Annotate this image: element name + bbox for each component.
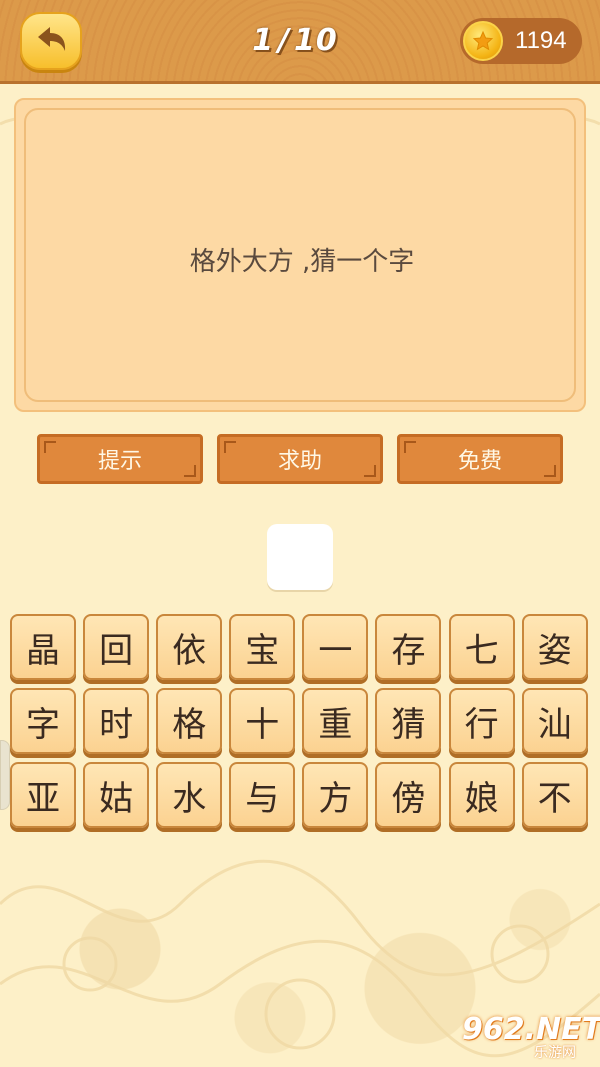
free-button-label: 免费 xyxy=(457,449,502,474)
char-tile[interactable]: 娘 xyxy=(448,762,515,828)
back-arrow-icon xyxy=(34,25,68,57)
level-indicator: 1 / 10 xyxy=(230,18,360,62)
question-card: 格外大方 ,猜一个字 xyxy=(14,98,586,412)
help-button-label: 求助 xyxy=(277,449,322,474)
hint-button-label: 提示 xyxy=(97,449,142,474)
char-tile[interactable]: 时 xyxy=(83,688,150,754)
char-tile[interactable]: 水 xyxy=(156,762,223,828)
char-tile[interactable]: 汕 xyxy=(521,688,588,754)
char-tile[interactable]: 十 xyxy=(229,688,296,754)
back-button[interactable] xyxy=(20,12,82,70)
level-total: 10 xyxy=(294,22,338,58)
char-tile[interactable]: 重 xyxy=(302,688,369,754)
level-separator: / xyxy=(278,22,291,58)
char-tile[interactable]: 猜 xyxy=(375,688,442,754)
char-tile[interactable]: 一 xyxy=(302,614,369,680)
char-tile[interactable]: 字 xyxy=(10,688,76,754)
riddle-text: 格外大方 ,猜一个字 xyxy=(189,247,415,277)
char-tile[interactable]: 傍 xyxy=(375,762,442,828)
coin-count: 1194 xyxy=(515,27,567,54)
char-tile[interactable]: 与 xyxy=(229,762,296,828)
site-watermark: 962.NET 乐游网 xyxy=(462,1012,600,1061)
level-current: 1 xyxy=(252,22,275,58)
gold-coin-icon xyxy=(463,21,503,61)
watermark-main: 962.NET xyxy=(462,1012,600,1047)
char-tile[interactable]: 格 xyxy=(156,688,223,754)
watermark-sub: 乐游网 xyxy=(534,1045,576,1061)
char-tile[interactable]: 姑 xyxy=(83,762,150,828)
char-tile[interactable]: 回 xyxy=(83,614,150,680)
side-drawer-handle[interactable] xyxy=(0,740,10,810)
character-grid: 晶 回 依 宝 一 存 七 姿 字 时 格 十 重 猜 行 汕 亚 姑 水 与 … xyxy=(10,614,590,830)
top-bar: 1 / 10 1194 xyxy=(0,0,600,84)
char-tile[interactable]: 姿 xyxy=(521,614,588,680)
char-tile[interactable]: 行 xyxy=(448,688,515,754)
hint-button[interactable]: 提示 xyxy=(37,434,203,484)
free-button[interactable]: 免费 xyxy=(397,434,563,484)
char-tile[interactable]: 方 xyxy=(302,762,369,828)
char-tile[interactable]: 晶 xyxy=(10,614,76,680)
char-tile[interactable]: 七 xyxy=(448,614,515,680)
char-tile[interactable]: 存 xyxy=(375,614,442,680)
help-button[interactable]: 求助 xyxy=(217,434,383,484)
char-tile[interactable]: 亚 xyxy=(10,762,76,828)
char-tile[interactable]: 依 xyxy=(156,614,223,680)
char-tile[interactable]: 宝 xyxy=(229,614,296,680)
char-tile[interactable]: 不 xyxy=(521,762,588,828)
answer-slot[interactable] xyxy=(267,524,333,590)
coin-balance: 1194 xyxy=(460,18,582,64)
